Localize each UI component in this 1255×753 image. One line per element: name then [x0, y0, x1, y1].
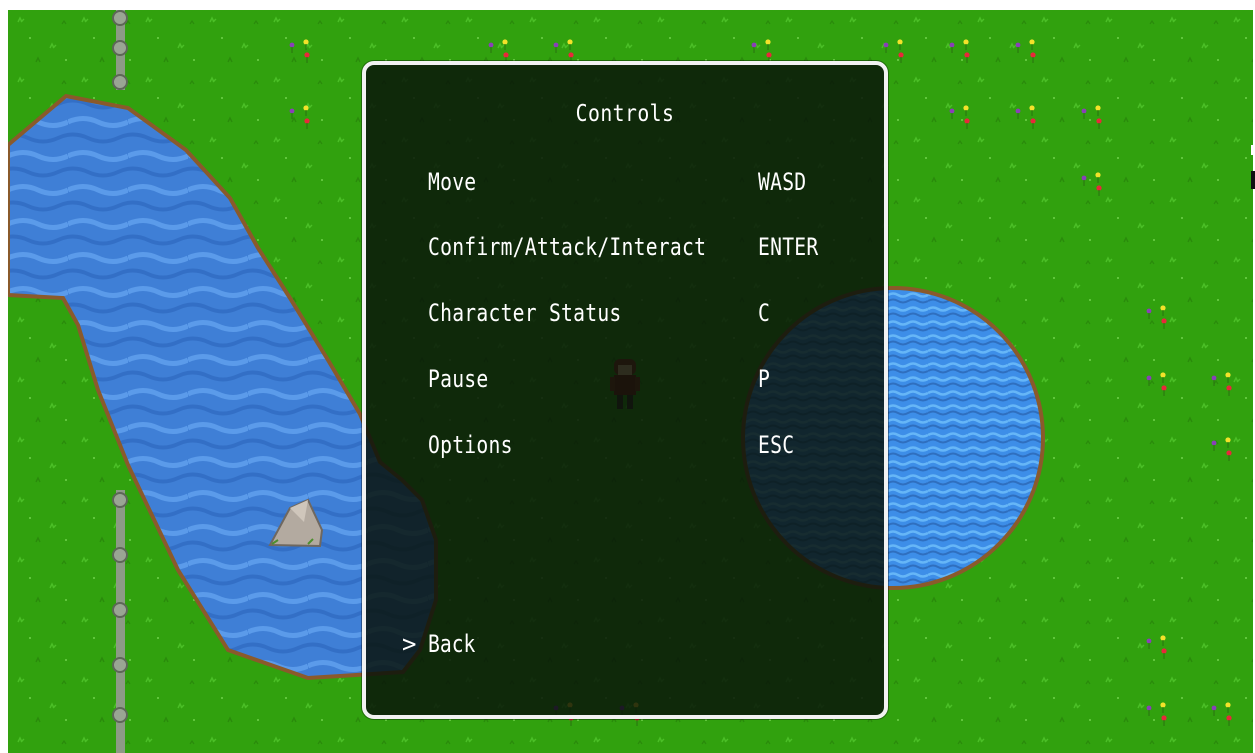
menu-title: Controls	[575, 101, 675, 127]
control-action-label: Options	[428, 431, 513, 459]
control-action-label: Pause	[428, 365, 489, 393]
control-row-confirm: Confirm/Attack/Interact ENTER	[366, 233, 884, 273]
control-key-label: ENTER	[758, 233, 819, 261]
control-key-label: C	[758, 299, 771, 327]
back-button[interactable]: > Back	[402, 630, 486, 658]
control-row-pause: Pause P	[366, 365, 884, 405]
control-key-label: WASD	[758, 168, 807, 196]
control-row-move: Move WASD	[366, 168, 884, 208]
control-action-label: Character Status	[428, 299, 622, 327]
selection-cursor-icon: >	[402, 630, 417, 658]
control-action-label: Confirm/Attack/Interact	[428, 233, 707, 261]
control-key-label: ESC	[758, 431, 795, 459]
control-row-character-status: Character Status C	[366, 299, 884, 339]
control-key-label: P	[758, 365, 771, 393]
control-row-options: Options ESC	[366, 431, 884, 471]
control-action-label: Move	[428, 168, 477, 196]
back-label: Back	[428, 630, 476, 658]
controls-menu: Controls Move WASD Confirm/Attack/Intera…	[362, 61, 888, 719]
hud-edge-fragment	[1250, 145, 1255, 191]
